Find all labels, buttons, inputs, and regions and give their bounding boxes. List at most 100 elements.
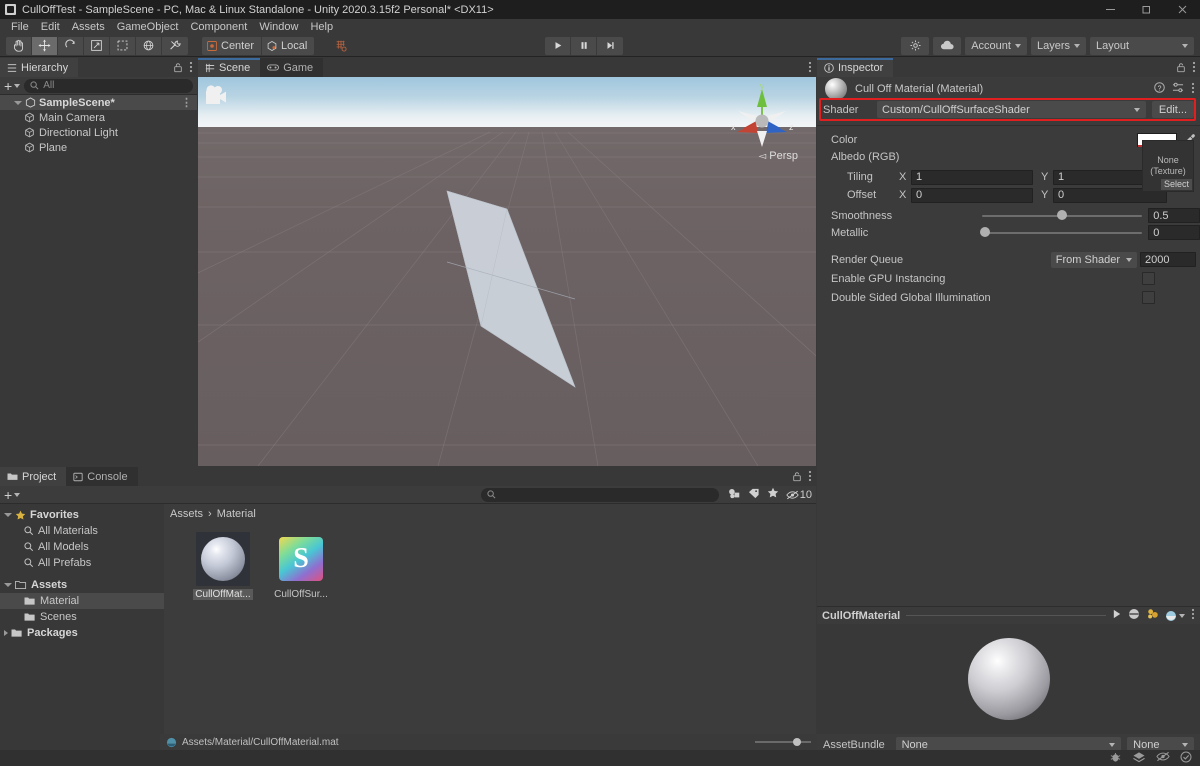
- preview-shape-dropdown[interactable]: [1165, 610, 1185, 622]
- shader-dropdown[interactable]: Custom/CullOffSurfaceShader: [877, 101, 1146, 118]
- smoothness-slider[interactable]: [982, 207, 1143, 224]
- metallic-slider[interactable]: [980, 224, 1143, 241]
- tab-hierarchy[interactable]: Hierarchy: [0, 58, 79, 77]
- tree-item-all-materials[interactable]: All Materials: [0, 523, 164, 539]
- maximize-icon[interactable]: [1128, 0, 1164, 19]
- layers-stack-icon[interactable]: [1132, 751, 1146, 766]
- preview-play-icon[interactable]: [1112, 609, 1122, 622]
- chevron-down-icon[interactable]: [4, 583, 12, 587]
- preview-reflection-icon[interactable]: [1146, 608, 1159, 623]
- menu-edit[interactable]: Edit: [35, 19, 66, 35]
- scene-orientation-gizmo[interactable]: y x z: [722, 79, 802, 159]
- help-icon[interactable]: ?: [1154, 82, 1165, 96]
- tab-console[interactable]: Console: [66, 467, 138, 486]
- lock-icon[interactable]: [173, 62, 183, 76]
- transform-tool[interactable]: [136, 36, 162, 55]
- lock-icon[interactable]: [792, 471, 802, 485]
- hand-tool[interactable]: [6, 36, 32, 55]
- thumbnail-zoom-slider[interactable]: [755, 736, 811, 748]
- menu-component[interactable]: Component: [184, 19, 253, 35]
- asset-item-material[interactable]: CullOffMat...: [192, 532, 254, 600]
- slider-knob[interactable]: [980, 227, 991, 237]
- menu-help[interactable]: Help: [304, 19, 339, 35]
- tree-item-all-prefabs[interactable]: All Prefabs: [0, 555, 164, 571]
- kebab-icon[interactable]: [808, 61, 812, 76]
- tree-item-scenes[interactable]: Scenes: [0, 609, 164, 625]
- cloud-icon[interactable]: [933, 36, 962, 55]
- scale-tool[interactable]: [84, 36, 110, 55]
- smoothness-field[interactable]: 0.5: [1148, 208, 1200, 223]
- tab-game[interactable]: Game: [260, 58, 324, 77]
- kebab-icon[interactable]: [808, 470, 812, 485]
- render-queue-field[interactable]: 2000: [1140, 252, 1196, 267]
- tab-scene[interactable]: Scene: [198, 58, 261, 77]
- layers-dropdown[interactable]: Layers: [1030, 36, 1086, 55]
- move-tool[interactable]: [32, 36, 58, 55]
- chevron-down-icon[interactable]: [14, 100, 22, 105]
- tree-item-favorites[interactable]: Favorites: [0, 507, 164, 523]
- tab-inspector[interactable]: Inspector: [817, 58, 894, 77]
- breadcrumb-material[interactable]: Material: [217, 508, 256, 520]
- lock-icon[interactable]: [1176, 62, 1186, 76]
- hierarchy-item-main-camera[interactable]: Main Camera: [0, 110, 197, 125]
- rect-tool[interactable]: [110, 36, 136, 55]
- texture-select-button[interactable]: Select: [1160, 179, 1192, 190]
- bug-icon[interactable]: [1109, 751, 1122, 766]
- kebab-icon[interactable]: [1191, 608, 1195, 623]
- layout-dropdown[interactable]: Layout: [1090, 36, 1194, 55]
- kebab-icon[interactable]: [189, 61, 193, 76]
- scene-viewport[interactable]: y x z ◅ Persp: [198, 77, 816, 466]
- grid-snap-icon[interactable]: [328, 36, 355, 55]
- tree-item-assets[interactable]: Assets: [0, 577, 164, 593]
- menu-file[interactable]: File: [5, 19, 35, 35]
- menu-gameobject[interactable]: GameObject: [111, 19, 185, 35]
- tab-project[interactable]: Project: [0, 467, 67, 486]
- favorite-icon[interactable]: [767, 487, 779, 502]
- pivot-rotation-button[interactable]: Local: [262, 36, 315, 55]
- preview-lighting-icon[interactable]: [1128, 608, 1140, 623]
- add-gameobject-button[interactable]: +: [4, 79, 21, 93]
- kebab-icon[interactable]: ⋮: [181, 96, 193, 109]
- project-add-button[interactable]: +: [4, 488, 21, 502]
- kebab-icon[interactable]: [1192, 61, 1196, 76]
- breadcrumb-assets[interactable]: Assets: [170, 508, 203, 520]
- close-icon[interactable]: [1164, 0, 1200, 19]
- zoom-slider-knob[interactable]: [793, 738, 801, 746]
- offset-x-field[interactable]: 0: [911, 187, 1033, 203]
- chevron-down-icon[interactable]: [4, 513, 12, 517]
- label-filter-icon[interactable]: [748, 488, 760, 502]
- shader-edit-button[interactable]: Edit...: [1151, 101, 1194, 118]
- menu-window[interactable]: Window: [253, 19, 304, 35]
- check-circle-icon[interactable]: [1180, 751, 1192, 766]
- preset-icon[interactable]: [1172, 82, 1184, 96]
- asset-item-shader[interactable]: S CullOffSur...: [270, 532, 332, 600]
- hierarchy-item-scene[interactable]: SampleScene* ⋮: [0, 95, 197, 110]
- pause-button[interactable]: [571, 36, 597, 55]
- tree-item-material[interactable]: Material: [0, 593, 164, 609]
- perspective-label[interactable]: ◅ Persp: [758, 150, 798, 162]
- services-icon[interactable]: [901, 36, 930, 55]
- account-dropdown[interactable]: Account: [965, 36, 1027, 55]
- slider-knob[interactable]: [1057, 210, 1068, 220]
- menu-assets[interactable]: Assets: [66, 19, 111, 35]
- pivot-mode-button[interactable]: Center: [202, 36, 263, 55]
- eye-off-icon[interactable]: [1156, 751, 1170, 765]
- albedo-texture-slot[interactable]: None (Texture) Select: [1142, 140, 1194, 192]
- tree-item-packages[interactable]: Packages: [0, 625, 164, 641]
- minimize-icon[interactable]: [1092, 0, 1128, 19]
- hierarchy-item-directional-light[interactable]: Directional Light: [0, 125, 197, 140]
- gpu-instancing-checkbox[interactable]: [1142, 272, 1155, 285]
- wrench-icon[interactable]: [162, 36, 188, 55]
- tree-item-all-models[interactable]: All Models: [0, 539, 164, 555]
- hierarchy-search-input[interactable]: All: [24, 78, 193, 93]
- kebab-icon[interactable]: [1191, 82, 1195, 97]
- material-preview-body[interactable]: [817, 624, 1200, 734]
- hierarchy-item-plane[interactable]: Plane: [0, 140, 197, 155]
- step-button[interactable]: [597, 36, 623, 55]
- play-button[interactable]: [545, 36, 571, 55]
- tiling-x-field[interactable]: 1: [911, 169, 1033, 185]
- render-queue-dropdown[interactable]: From Shader: [1050, 251, 1137, 268]
- project-search-input[interactable]: [480, 487, 719, 502]
- double-sided-gi-checkbox[interactable]: [1142, 291, 1155, 304]
- metallic-field[interactable]: 0: [1148, 225, 1200, 240]
